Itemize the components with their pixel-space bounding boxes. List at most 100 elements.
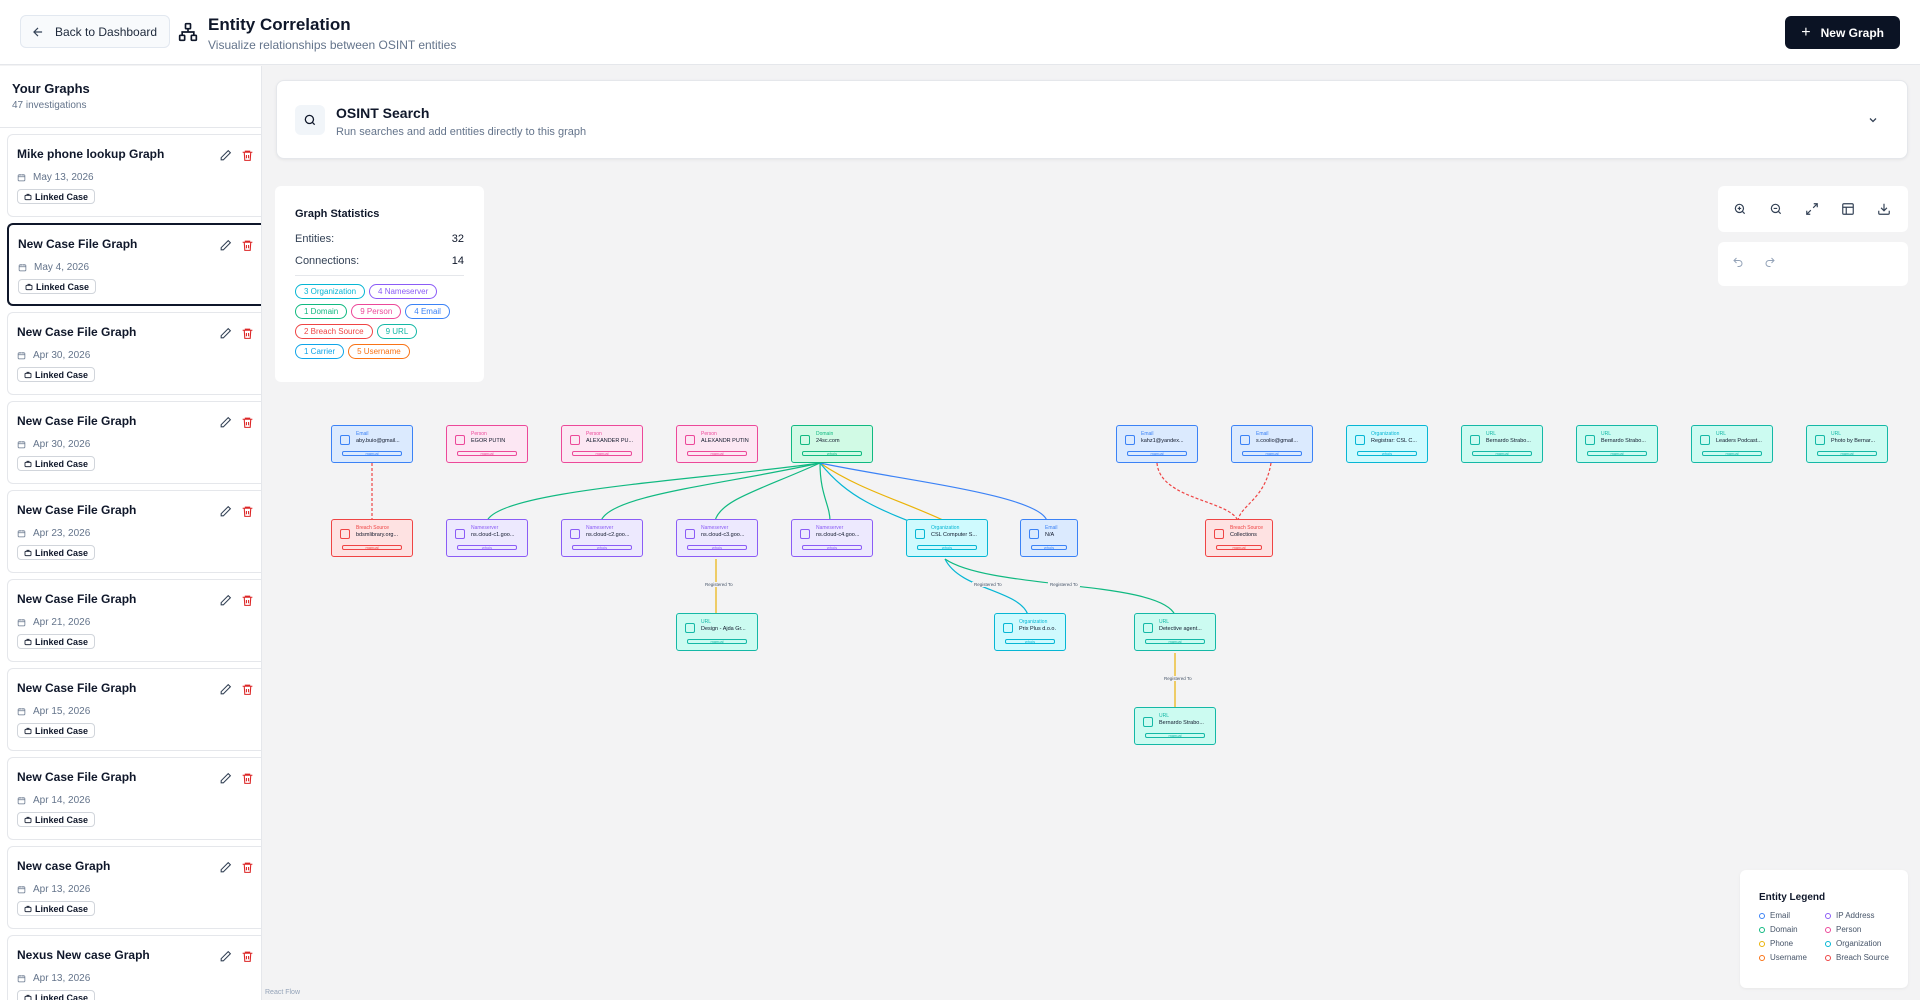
entity-node[interactable]: URL Photo by Bernar... manual <box>1806 425 1888 463</box>
entity-value: Bernardo Štrabo... <box>1601 438 1646 444</box>
entity-type-icon <box>1029 529 1039 539</box>
entities-value: 32 <box>451 233 464 245</box>
entity-node[interactable]: Person EGOR PUTIN manual <box>446 425 528 463</box>
entity-node[interactable]: Person ALEXANDR PUTIN manual <box>676 425 758 463</box>
edit-icon[interactable] <box>219 416 232 429</box>
entity-source-tag: manual <box>1145 639 1205 644</box>
entity-node[interactable]: Nameserver ns.cloud-c2.goo... whois <box>561 519 643 557</box>
edit-icon[interactable] <box>219 950 232 963</box>
trash-icon[interactable] <box>241 594 254 607</box>
graph-card[interactable]: Nexus New case Graph Apr 13, 2026 Linked… <box>7 935 261 1000</box>
graph-card[interactable]: New Case File Graph Apr 23, 2026 Linked … <box>7 490 261 573</box>
entity-node[interactable]: Person ALEXANDER PU... manual <box>561 425 643 463</box>
fit-view-icon[interactable] <box>1804 201 1820 217</box>
entity-node[interactable]: Email s.coolio@gmail... manual <box>1231 425 1313 463</box>
trash-icon[interactable] <box>241 861 254 874</box>
edit-icon[interactable] <box>219 594 232 607</box>
new-graph-button[interactable]: + New Graph <box>1785 16 1900 49</box>
entity-node[interactable]: Email kahz1@yandex... manual <box>1116 425 1198 463</box>
briefcase-icon <box>24 727 32 734</box>
entity-node[interactable]: URL Bernardo Štrabo... manual <box>1461 425 1543 463</box>
entity-type-icon <box>340 435 350 445</box>
edit-icon[interactable] <box>219 327 232 340</box>
graph-date-row: Apr 23, 2026 <box>17 528 90 539</box>
entity-node[interactable]: Email aby.buio@gmail... manual <box>331 425 413 463</box>
entity-node[interactable]: Nameserver ns.cloud-c4.goo... whois <box>791 519 873 557</box>
edit-icon[interactable] <box>219 772 232 785</box>
trash-icon[interactable] <box>241 505 254 518</box>
trash-icon[interactable] <box>241 416 254 429</box>
calendar-icon <box>17 530 26 538</box>
entity-node[interactable]: URL Leaders Podcast... manual <box>1691 425 1773 463</box>
redo-icon[interactable] <box>1764 255 1776 273</box>
entity-node[interactable]: Breach Source bdsmlibrary.org... manual <box>331 519 413 557</box>
graph-canvas[interactable] <box>262 175 1920 1000</box>
trash-icon[interactable] <box>241 950 254 963</box>
graph-date-row: May 13, 2026 <box>17 172 94 183</box>
graph-card[interactable]: New Case File Graph Apr 30, 2026 Linked … <box>7 401 261 484</box>
entity-node[interactable]: URL Detective agent... manual <box>1134 613 1216 651</box>
entity-source-tag: whois <box>1005 639 1055 644</box>
entity-source-tag: whois <box>917 545 977 550</box>
graph-card[interactable]: New Case File Graph Apr 15, 2026 Linked … <box>7 668 261 751</box>
entity-node[interactable]: Domain 24sc.com whois <box>791 425 873 463</box>
entity-type-icon <box>685 529 695 539</box>
entity-type-chip: 9 URL <box>376 324 418 339</box>
back-to-dashboard-button[interactable]: Back to Dashboard <box>20 15 171 48</box>
entity-type-chip: 2 Breach Source <box>295 324 373 339</box>
calendar-icon <box>17 174 26 182</box>
linked-case-badge: Linked Case <box>17 723 96 738</box>
edit-icon[interactable] <box>219 683 232 696</box>
linked-case-label: Linked Case <box>35 369 89 380</box>
entity-node[interactable]: URL Bernardo Štrabo... manual <box>1134 707 1216 745</box>
stats-title: Graph Statistics <box>295 208 380 220</box>
entity-node[interactable]: Organization Prix Plus d.o.o. whois <box>994 613 1066 651</box>
edit-icon[interactable] <box>219 149 232 162</box>
edit-icon[interactable] <box>219 505 232 518</box>
entity-type: Breach Source <box>356 525 390 531</box>
entity-node[interactable]: Nameserver ns.cloud-c3.goo... whois <box>676 519 758 557</box>
entity-type-icon <box>1815 435 1825 445</box>
graph-card[interactable]: New Case File Graph Apr 14, 2026 Linked … <box>7 757 261 840</box>
layout-icon[interactable] <box>1840 201 1856 217</box>
entity-node[interactable]: URL Design - Ajda Gr... manual <box>676 613 758 651</box>
download-icon[interactable] <box>1876 201 1892 217</box>
trash-icon[interactable] <box>241 239 254 252</box>
graph-card[interactable]: New Case File Graph Apr 30, 2026 Linked … <box>7 312 261 395</box>
entity-value: N/A <box>1045 532 1055 538</box>
entity-source-tag: manual <box>1587 451 1647 456</box>
legend-item: Domain <box>1759 925 1825 934</box>
edge-label: Registered To <box>703 582 735 587</box>
graph-list: Mike phone lookup Graph May 13, 2026 Lin… <box>0 134 261 1000</box>
entity-type-icon <box>570 529 580 539</box>
chevron-down-icon[interactable] <box>1867 114 1879 126</box>
graph-card[interactable]: Mike phone lookup Graph May 13, 2026 Lin… <box>7 134 261 217</box>
osint-search-panel[interactable]: OSINT Search Run searches and add entiti… <box>276 80 1908 159</box>
zoom-out-icon[interactable] <box>1768 201 1784 217</box>
trash-icon[interactable] <box>241 327 254 340</box>
entity-node[interactable]: Organization CSL Computer S... whois <box>906 519 988 557</box>
entities-row: Entities: 32 <box>295 233 464 245</box>
entity-legend: Entity Legend Email IP Address Domain Perso… <box>1740 870 1908 988</box>
trash-icon[interactable] <box>241 772 254 785</box>
react-flow-attribution[interactable]: React Flow <box>265 989 300 996</box>
entity-node[interactable]: Nameserver ns.cloud-c1.goo... whois <box>446 519 528 557</box>
edit-icon[interactable] <box>219 239 232 252</box>
history-controls <box>1718 242 1908 286</box>
graph-card[interactable]: New Case File Graph Apr 21, 2026 Linked … <box>7 579 261 662</box>
entity-node[interactable]: Breach Source Collections manual <box>1205 519 1273 557</box>
entity-node[interactable]: URL Bernardo Štrabo... manual <box>1576 425 1658 463</box>
graph-card[interactable]: New Case File Graph May 4, 2026 Linked C… <box>7 223 261 306</box>
edit-icon[interactable] <box>219 861 232 874</box>
entity-type-chip: 5 Username <box>348 344 410 359</box>
graph-card[interactable]: New case Graph Apr 13, 2026 Linked Case <box>7 846 261 929</box>
entity-type: Person <box>701 431 717 437</box>
trash-icon[interactable] <box>241 683 254 696</box>
zoom-in-icon[interactable] <box>1732 201 1748 217</box>
undo-icon[interactable] <box>1732 255 1744 273</box>
entity-node[interactable]: Organization Registrar: CSL C... whois <box>1346 425 1428 463</box>
trash-icon[interactable] <box>241 149 254 162</box>
entity-source-tag: manual <box>1127 451 1187 456</box>
entity-node[interactable]: Email N/A whois <box>1020 519 1078 557</box>
entity-type-chip: 1 Domain <box>295 304 348 319</box>
